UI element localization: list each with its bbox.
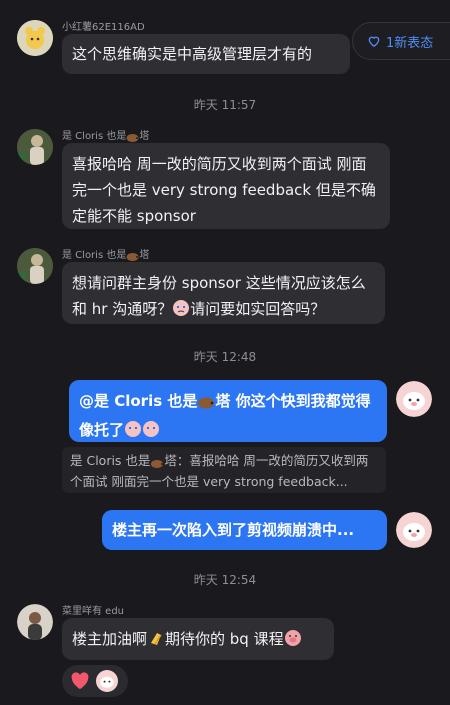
- message-reaction[interactable]: [62, 665, 128, 697]
- new-reactions-button[interactable]: 1新表态: [352, 22, 450, 60]
- crying-emoji-icon: [172, 299, 190, 325]
- sender-name: 菜里咩有 edu: [62, 606, 125, 617]
- outgoing-message-bubble[interactable]: @是 Cloris 也是塔 你这个快到我都觉得像托了: [69, 380, 387, 442]
- mention-suffix: 塔: [215, 392, 231, 410]
- sender-name-suffix: 塔: [139, 131, 150, 142]
- message-text: 期待你的 bq 课程: [165, 630, 284, 648]
- message-text: 请问要如实回答吗？: [190, 300, 326, 318]
- hedgehog-emoji-icon: [197, 391, 215, 417]
- pig-emoji-icon: [284, 629, 302, 655]
- new-reactions-label: 1新表态: [386, 35, 434, 51]
- timestamp: 昨天 12:48: [193, 350, 257, 364]
- timestamp: 昨天 12:54: [193, 573, 257, 587]
- message-bubble[interactable]: 喜报哈哈 周一改的简历又收到两个面试 刚面完一个也是 very strong f…: [62, 143, 390, 229]
- avatar-cloris[interactable]: [17, 129, 53, 165]
- message-bubble[interactable]: 楼主加油啊 期待你的 bq 课程: [62, 618, 334, 660]
- hedgehog-emoji-icon: [150, 455, 164, 473]
- heart-reaction-icon: [71, 672, 89, 690]
- crying-emoji-icon: [124, 420, 160, 446]
- quote-text: 是 Cloris 也是: [70, 453, 151, 468]
- heart-outline-icon: [368, 36, 380, 48]
- sender-name-prefix: 是 Cloris 也是: [62, 131, 127, 142]
- sender-name-suffix: 塔: [139, 250, 150, 261]
- avatar-cloris[interactable]: [17, 248, 53, 284]
- timestamp: 昨天 11:57: [193, 98, 257, 112]
- avatar-self[interactable]: [396, 512, 432, 548]
- mention-text: @是 Cloris 也是: [79, 392, 198, 410]
- outgoing-message-bubble[interactable]: 楼主再一次陷入到了剪视频崩溃中...: [102, 510, 387, 550]
- clapping-emoji-icon: [147, 629, 165, 655]
- avatar-xiaohongshu-user[interactable]: [17, 20, 53, 56]
- sender-name-prefix: 是 Cloris 也是: [62, 250, 127, 261]
- message-bubble[interactable]: 这个思维确实是中高级管理层才有的: [62, 34, 350, 74]
- avatar-self[interactable]: [396, 381, 432, 417]
- sender-name: 小红薯62E116AD: [62, 22, 145, 33]
- message-text: 楼主加油啊: [72, 630, 148, 648]
- avatar-caili[interactable]: [17, 604, 53, 640]
- reaction-avatar: [96, 670, 118, 692]
- quoted-message[interactable]: 是 Cloris 也是 塔：喜报哈哈 周一改的简历又收到两个面试 刚面完一个也是 …: [62, 447, 386, 493]
- message-bubble[interactable]: 想请问群主身份 sponsor 这些情况应该怎么和 hr 沟通呀？ 请问要如实回答…: [62, 262, 385, 324]
